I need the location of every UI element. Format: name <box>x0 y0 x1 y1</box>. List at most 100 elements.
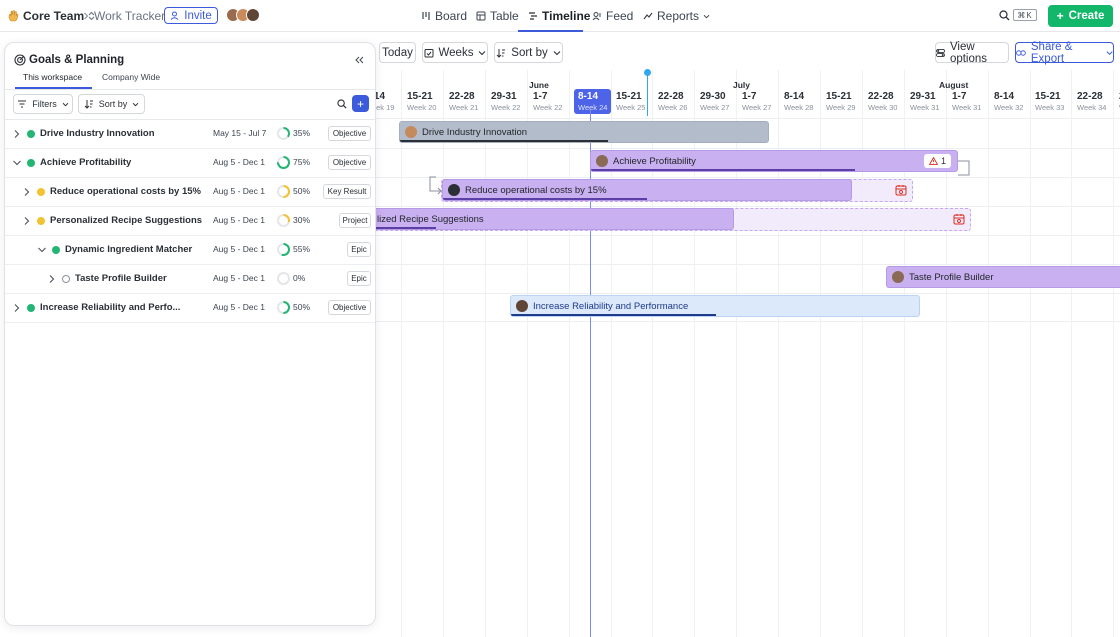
status-dot <box>27 130 35 138</box>
week-number: Week 21 <box>449 103 479 112</box>
week-column-header: 15-21 Week 33 <box>1035 91 1064 112</box>
timeline-bar[interactable]: Reduce operational costs by 15% <box>442 179 852 201</box>
week-column-header: 29-31 Week 22 <box>491 91 520 112</box>
chevron-right-icon[interactable] <box>12 303 22 313</box>
chevron-right-icon <box>84 12 89 20</box>
warning-icon <box>928 157 938 165</box>
search-icon[interactable] <box>337 99 347 109</box>
progress-track <box>376 227 436 229</box>
dependency-connector <box>429 176 442 195</box>
row-divider <box>376 264 1120 265</box>
week-number: Week 31 <box>952 103 982 112</box>
today-label: Today <box>382 46 413 59</box>
status-dot <box>37 217 45 225</box>
tab-table[interactable]: Table <box>476 0 519 32</box>
week-range: 29-30 <box>700 91 726 102</box>
week-gridline <box>1071 70 1072 637</box>
goal-row[interactable]: Personalized Recipe Suggestions Aug 5 - D… <box>5 207 375 236</box>
tab-feed[interactable]: Feed <box>592 0 633 32</box>
month-label: July <box>733 80 751 90</box>
chevron-down-icon[interactable] <box>12 158 22 168</box>
collapse-panel-icon[interactable] <box>355 56 364 64</box>
panel-sort-label: Sort by <box>98 99 128 109</box>
status-dot <box>52 246 60 254</box>
sort-label: Sort by <box>511 46 548 59</box>
goal-row[interactable]: Dynamic Ingredient Matcher Aug 5 - Dec 1 5… <box>5 236 375 265</box>
timeline-bar[interactable]: lized Recipe Suggestions <box>376 208 734 230</box>
search-icon[interactable] <box>999 10 1010 21</box>
add-goal-button[interactable]: + <box>352 95 369 112</box>
tab-label: Table <box>490 9 519 23</box>
filter-icon <box>18 100 27 108</box>
row-divider <box>376 293 1120 294</box>
week-column-header: 15-21 Week 29 <box>826 91 855 112</box>
calendar-alert-icon[interactable] <box>953 213 965 225</box>
week-column-header: 15-21 Week 20 <box>407 91 436 112</box>
week-column-header: 8-14 Week 32 <box>994 91 1023 112</box>
tab-board[interactable]: Board <box>421 0 467 32</box>
week-range: 1-7 <box>742 91 757 102</box>
timeline-bar[interactable]: Drive Industry Innovation <box>399 121 769 143</box>
week-range: 15-21 <box>407 91 433 102</box>
chevron-right-icon[interactable] <box>22 216 32 226</box>
create-button[interactable]: + Create <box>1048 5 1113 27</box>
timeline-bar[interactable]: Achieve Profitability 1 <box>590 150 958 172</box>
user-icon <box>170 11 179 20</box>
today-button[interactable]: Today <box>379 42 416 63</box>
board-icon <box>422 12 430 20</box>
chevron-right-icon[interactable] <box>12 129 22 139</box>
progress-track <box>591 169 855 171</box>
top-bar: Core Team Work Tracker Invite Board Table… <box>0 0 1120 32</box>
chevron-right-icon[interactable] <box>22 187 32 197</box>
view-options-button[interactable]: View options <box>935 41 1009 65</box>
filters-button[interactable]: Filters <box>13 94 73 114</box>
goal-name: Taste Profile Builder <box>75 273 167 284</box>
tab-label: Reports <box>657 9 700 23</box>
week-number: Week 31 <box>910 103 940 112</box>
status-dot <box>37 188 45 196</box>
panel-sort-button[interactable]: Sort by <box>78 94 145 114</box>
chevron-down-icon[interactable] <box>37 245 47 255</box>
goal-row[interactable]: Reduce operational costs by 15% Aug 5 - D… <box>5 178 375 207</box>
progress-ring <box>277 301 290 314</box>
timeline-bar[interactable]: Increase Reliability and Performance <box>510 295 920 317</box>
invite-button[interactable]: Invite <box>164 7 218 24</box>
more-vertical-icon[interactable] <box>117 55 121 66</box>
chevron-down-icon <box>132 102 139 106</box>
week-gridline <box>527 70 528 637</box>
avatar <box>516 300 528 312</box>
today-marker-line <box>647 75 648 116</box>
goal-type-badge: Key Result <box>323 184 371 199</box>
goal-row[interactable]: Taste Profile Builder Aug 5 - Dec 1 0% Epic <box>5 265 375 294</box>
week-column-header: 8-14 Week 24 <box>574 89 612 114</box>
week-column-header: 29-30 Week 27 <box>700 91 729 112</box>
sort-by-dropdown[interactable]: Sort by <box>494 42 563 63</box>
week-range: 8-14 <box>784 91 805 102</box>
chevron-down-icon <box>703 14 710 18</box>
chevron-right-icon[interactable] <box>47 274 57 284</box>
week-column-header: 1-7 Week 27 <box>742 91 771 112</box>
tab-company-wide[interactable]: Company Wide <box>102 72 160 82</box>
weeks-dropdown[interactable]: Weeks <box>422 42 488 63</box>
goal-type-badge: Project <box>339 213 371 228</box>
share-export-button[interactable]: Share & Export <box>1015 41 1114 65</box>
tab-timeline[interactable]: Timeline <box>528 0 590 32</box>
week-number: Week 22 <box>491 103 521 112</box>
week-column-header: 22-28 Week 26 <box>658 91 687 112</box>
goal-row[interactable]: Increase Reliability and Perfo... Aug 5 -… <box>5 294 375 323</box>
goal-name: Increase Reliability and Perfo... <box>40 302 181 313</box>
calendar-check-icon <box>424 48 434 57</box>
avatar-group[interactable] <box>226 8 260 24</box>
timeline-bar[interactable]: Taste Profile Builder <box>886 266 1120 288</box>
warning-badge[interactable]: 1 <box>924 154 951 168</box>
tab-reports[interactable]: Reports <box>643 0 710 32</box>
active-tab-underline <box>518 30 583 32</box>
tab-this-workspace[interactable]: This workspace <box>23 72 82 82</box>
goal-row[interactable]: Achieve Profitability Aug 5 - Dec 1 75% Obj… <box>5 149 375 178</box>
breadcrumb[interactable]: Work Tracker <box>82 0 165 32</box>
calendar-alert-icon[interactable] <box>895 184 907 196</box>
goal-row[interactable]: Drive Industry Innovation May 15 - Jul 7 3… <box>5 120 375 149</box>
week-number: Week 27 <box>700 103 730 112</box>
feed-icon <box>592 12 601 21</box>
week-range: 22-28 <box>658 91 684 102</box>
